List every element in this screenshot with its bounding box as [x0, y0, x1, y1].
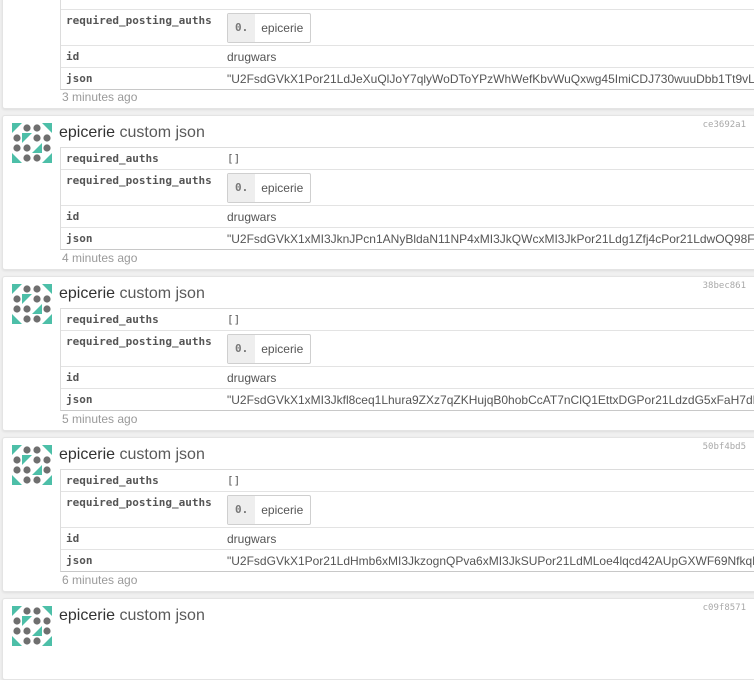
operation-card: epicerie custom json ce3692a1 required_a…	[2, 115, 754, 270]
timestamp[interactable]: 3 minutes ago	[62, 90, 137, 104]
field-key: required_posting_auths	[66, 335, 212, 348]
pill-index: 0.	[228, 496, 256, 524]
account-link[interactable]: epicerie	[59, 124, 115, 141]
field-key: id	[66, 371, 80, 384]
field-value: drugwars	[227, 210, 277, 224]
operation-title: epicerie custom json	[59, 446, 205, 464]
avatar-identicon-icon[interactable]	[12, 284, 52, 324]
field-value: "U2FsdGVkX1xMI3JknJPcn1ANyBldaN11NP4xMI3…	[227, 232, 754, 246]
table-row: id drugwars	[61, 46, 754, 68]
field-value: []	[227, 313, 241, 326]
field-value: []	[227, 152, 241, 165]
timestamp[interactable]: 5 minutes ago	[62, 412, 137, 426]
field-key: required_posting_auths	[66, 14, 212, 27]
table-row: required_posting_auths 0. epicerie	[61, 331, 754, 367]
field-key: id	[66, 532, 80, 545]
table-row: id drugwars	[61, 367, 754, 389]
operation-type: custom json	[119, 124, 205, 141]
table-row: required_posting_auths 0. epicerie	[61, 170, 754, 206]
transaction-hash[interactable]: c09f8571	[703, 603, 746, 613]
table-row: json "U2FsdGVkX1xMI3Jkfl8ceq1Lhura9ZXz7q…	[61, 389, 754, 410]
operation-title: epicerie custom json	[59, 607, 205, 625]
pill-index: 0.	[228, 174, 256, 202]
field-value: drugwars	[227, 371, 277, 385]
operation-card: required_auths [] required_posting_auths…	[2, 0, 754, 109]
operation-card: epicerie custom json 50bf4bd5 required_a…	[2, 437, 754, 592]
account-pill[interactable]: 0. epicerie	[227, 173, 312, 203]
table-row: required_auths []	[61, 148, 754, 170]
table-row: json "U2FsdGVkX1Por21LdJeXuQlJoY7qlyWoDT…	[61, 68, 754, 89]
account-pill[interactable]: 0. epicerie	[227, 334, 312, 364]
field-value: drugwars	[227, 532, 277, 546]
transaction-hash[interactable]: ce3692a1	[703, 120, 746, 130]
operation-title: epicerie custom json	[59, 124, 205, 142]
table-row: json "U2FsdGVkX1Por21LdHmb6xMI3JkzognQPv…	[61, 550, 754, 571]
field-key: json	[66, 554, 93, 567]
pill-account-name: epicerie	[261, 342, 304, 356]
pill-account-name: epicerie	[261, 181, 304, 195]
table-row: required_auths []	[61, 309, 754, 331]
field-key: json	[66, 232, 93, 245]
account-link[interactable]: epicerie	[59, 607, 115, 624]
operation-card: epicerie custom json 38bec861 required_a…	[2, 276, 754, 431]
field-value: "U2FsdGVkX1Por21LdHmb6xMI3JkzognQPva6xMI…	[227, 554, 754, 568]
table-row: json "U2FsdGVkX1xMI3JknJPcn1ANyBldaN11NP…	[61, 228, 754, 249]
table-row: required_posting_auths 0. epicerie	[61, 10, 754, 46]
transaction-hash[interactable]: 38bec861	[703, 281, 746, 291]
account-link[interactable]: epicerie	[59, 446, 115, 463]
operation-table: required_auths [] required_posting_auths…	[60, 308, 754, 411]
table-row: required_auths []	[61, 0, 754, 10]
pill-account-name: epicerie	[261, 21, 304, 35]
account-link[interactable]: epicerie	[59, 285, 115, 302]
field-key: required_auths	[66, 152, 159, 165]
account-pill[interactable]: 0. epicerie	[227, 13, 312, 43]
timestamp[interactable]: 4 minutes ago	[62, 251, 137, 265]
pill-index: 0.	[228, 14, 256, 42]
account-pill[interactable]: 0. epicerie	[227, 495, 312, 525]
field-key: json	[66, 393, 93, 406]
operation-table: required_auths [] required_posting_auths…	[60, 147, 754, 250]
operation-table: required_auths [] required_posting_auths…	[60, 0, 754, 90]
field-value: "U2FsdGVkX1xMI3Jkfl8ceq1Lhura9ZXz7qZKHuj…	[227, 393, 754, 407]
avatar-identicon-icon[interactable]	[12, 123, 52, 163]
field-value: drugwars	[227, 50, 277, 64]
table-row: id drugwars	[61, 528, 754, 550]
avatar-identicon-icon[interactable]	[12, 606, 52, 646]
table-row: required_posting_auths 0. epicerie	[61, 492, 754, 528]
field-key: required_auths	[66, 474, 159, 487]
pill-index: 0.	[228, 335, 256, 363]
operation-title: epicerie custom json	[59, 285, 205, 303]
operation-card: epicerie custom json c09f8571	[2, 598, 754, 680]
operation-type: custom json	[119, 446, 205, 463]
pill-account-name: epicerie	[261, 503, 304, 517]
field-key: required_posting_auths	[66, 174, 212, 187]
field-key: id	[66, 210, 80, 223]
field-key: id	[66, 50, 80, 63]
field-key: required_auths	[66, 313, 159, 326]
operation-type: custom json	[119, 607, 205, 624]
field-key: json	[66, 72, 93, 85]
table-row: required_auths []	[61, 470, 754, 492]
field-value: "U2FsdGVkX1Por21LdJeXuQlJoY7qlyWoDToYPzW…	[227, 72, 754, 86]
transaction-hash[interactable]: 50bf4bd5	[703, 442, 746, 452]
timestamp[interactable]: 6 minutes ago	[62, 573, 137, 587]
table-row: id drugwars	[61, 206, 754, 228]
field-key: required_posting_auths	[66, 496, 212, 509]
avatar-identicon-icon[interactable]	[12, 445, 52, 485]
operation-table: required_auths [] required_posting_auths…	[60, 469, 754, 572]
operation-type: custom json	[119, 285, 205, 302]
field-value: []	[227, 474, 241, 487]
